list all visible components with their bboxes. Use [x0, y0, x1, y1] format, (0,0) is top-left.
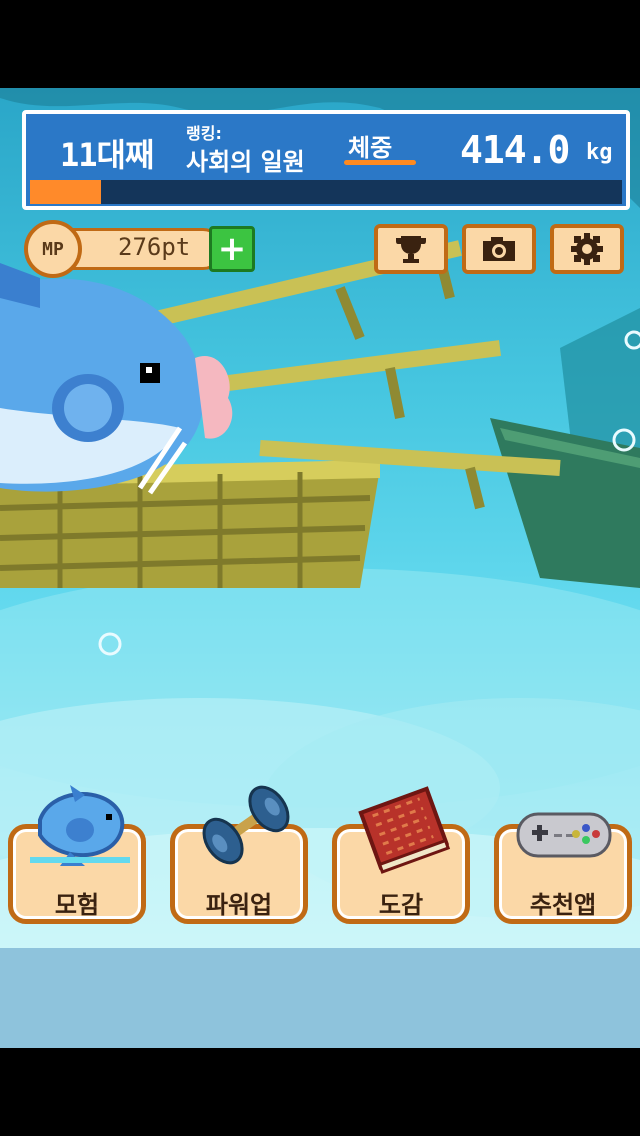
bottom-letterbox	[0, 1048, 640, 1136]
mp-points-value: 276pt	[118, 233, 191, 261]
sunfish-icon	[30, 785, 130, 866]
menu-encyclopedia-label: 도감	[378, 891, 424, 919]
ranking-trophy-button[interactable]	[374, 224, 448, 274]
mp-badge: MP	[24, 220, 82, 278]
weight-label: 체중	[348, 134, 393, 162]
gamepad-icon	[516, 812, 612, 858]
ranking-label: 랭킹:	[186, 124, 222, 143]
ranking-value: 사회의 일원	[186, 148, 305, 176]
menu-recommended-apps-label: 추천앱	[529, 891, 597, 919]
gear-icon	[571, 233, 603, 265]
dumbbell-icon	[202, 785, 290, 865]
menu-powerup-label: 파워업	[205, 891, 273, 919]
weight-progress-fill	[30, 180, 102, 204]
weight-progress-bar	[30, 180, 622, 204]
book-icon	[358, 786, 451, 874]
mp-badge-label: MP	[42, 238, 64, 260]
weight-underline	[344, 160, 416, 165]
camera-button[interactable]	[462, 224, 536, 274]
menu-adventure-label: 모험	[54, 891, 100, 919]
trophy-icon	[396, 236, 426, 263]
weight-unit: kg	[586, 140, 613, 165]
generation-count: 11대째	[60, 136, 154, 174]
weight-value: 414.0	[460, 128, 570, 172]
camera-icon	[483, 237, 515, 261]
add-mp-button[interactable]: +	[209, 226, 255, 272]
plus-icon: +	[217, 229, 247, 269]
settings-button[interactable]	[550, 224, 624, 274]
bottom-bar	[0, 948, 640, 1048]
status-panel: 11대째 랭킹: 사회의 일원 체중 414.0 kg	[22, 110, 630, 210]
